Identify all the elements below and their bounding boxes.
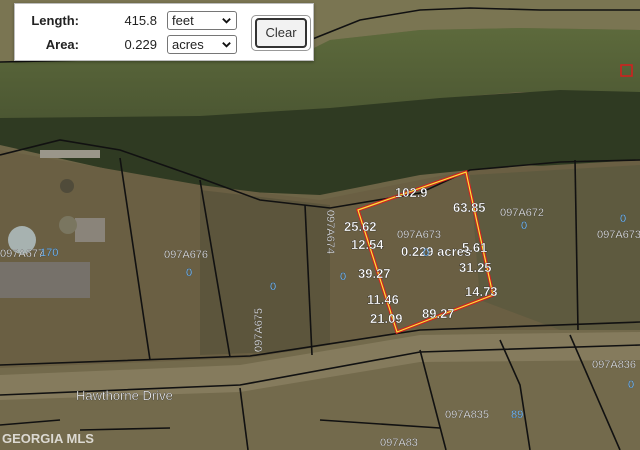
parcel-value: 0 [628,379,634,391]
parcel-id-label: 097A677 [0,248,44,260]
area-unit-selected: acres [172,37,204,52]
segment-label: 25.62 [344,219,377,234]
parcel-id-label: 097A836 [592,359,636,371]
segment-label: 63.85 [453,200,486,215]
length-unit-select[interactable]: feet [167,11,237,30]
parcel-id-label: 097A675 [253,308,265,352]
parcel-value: 170 [40,247,58,259]
parcel-value: 89 [511,409,523,421]
parcel-value: 0 [340,271,346,283]
area-label: Area: [45,37,79,52]
street-label: Hawthorne Drive [76,388,173,403]
segment-label: 21.09 [370,311,403,326]
area-unit-select[interactable]: acres [167,35,237,54]
parcel-id-label: 097A676 [164,249,208,261]
parcel-id-label: 097A674 [324,210,336,254]
segment-label: 5.61 [462,240,487,255]
segment-label: 89.27 [422,306,455,321]
area-label: 0.229 acres [401,244,471,259]
parcel-id-label: 097A835 [445,409,489,421]
parcel-id-label: 097A673 [397,229,441,241]
parcel-value: 0 [270,281,276,293]
segment-label: 12.54 [351,237,384,252]
segment-label: 39.27 [358,266,391,281]
segment-label: 11.46 [367,292,399,307]
parcel-value: 0 [620,213,626,225]
area-value: 0.229 [124,37,157,52]
length-value: 415.8 [124,13,157,28]
parcel-value: 0 [521,220,527,232]
aerial-map[interactable]: 102.9 63.85 25.62 12.54 0.229 acres 5.61… [0,0,640,450]
length-unit-selected: feet [172,13,194,28]
segment-label: 31.25 [459,260,492,275]
chevron-down-icon [222,42,231,48]
segment-label: 14.73 [465,284,498,299]
parcel-id-label: 097A83 [380,437,418,449]
length-label: Length: [31,13,79,28]
measure-panel: Length: 415.8 feet Area: 0.229 acres Cle… [14,3,314,61]
segment-label: 102.9 [395,185,428,200]
parcel-value: 0 [423,247,429,259]
parcel-id-label: 097A673 [597,229,640,241]
parcel-id-label: 097A672 [500,207,544,219]
chevron-down-icon [222,18,231,24]
parcel-value: 0 [186,267,192,279]
watermark: GEORGIA MLS [2,431,94,446]
clear-button[interactable]: Clear [255,18,307,48]
